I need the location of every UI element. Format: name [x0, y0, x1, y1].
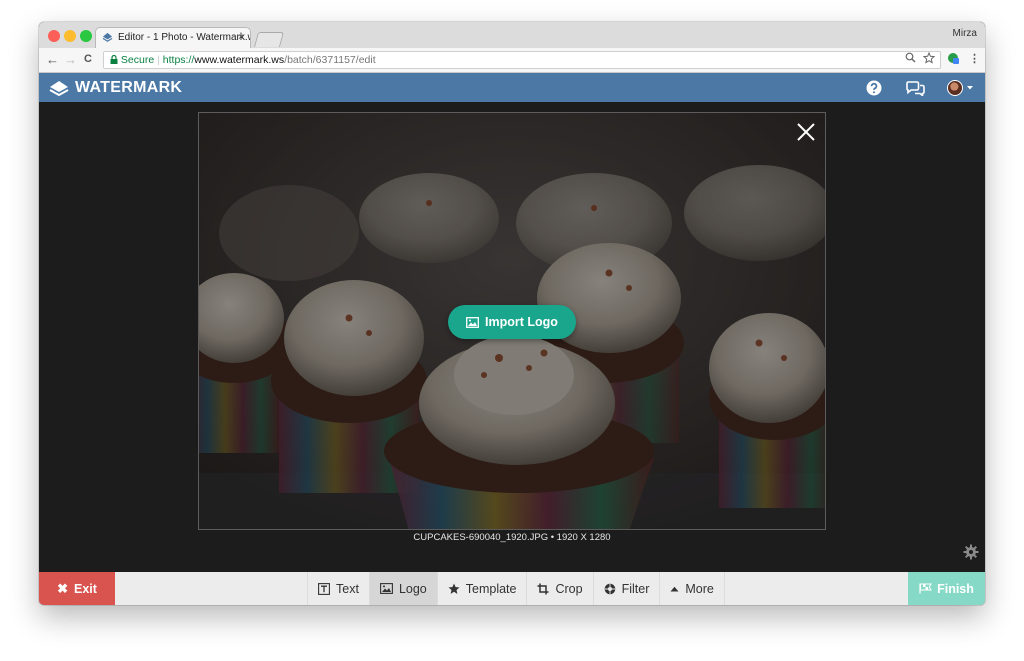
help-icon [866, 80, 882, 96]
import-logo-button[interactable]: Import Logo [448, 305, 576, 339]
checkered-flag-icon [919, 583, 932, 594]
address-bar: ← → C Secure | https://www.watermark.ws/… [39, 48, 985, 73]
image-icon [379, 583, 393, 594]
browser-tab[interactable]: Editor - 1 Photo - Watermark.w × [95, 27, 251, 48]
tool-logo[interactable]: Logo [368, 572, 437, 605]
chat-bubbles-icon [905, 81, 925, 96]
user-menu[interactable] [945, 78, 975, 98]
tool-label: Template [465, 581, 517, 596]
tool-template[interactable]: Template [436, 572, 527, 605]
tab-title: Editor - 1 Photo - Watermark.w [118, 32, 251, 43]
exit-label: Exit [73, 581, 97, 596]
url-path: /batch/6371157/edit [284, 54, 376, 66]
url-scheme: https:// [162, 54, 195, 66]
minimize-window-button[interactable] [64, 30, 76, 42]
finish-label: Finish [937, 581, 974, 596]
exit-button[interactable]: ✖ Exit [39, 572, 115, 605]
close-icon: ✖ [57, 580, 68, 596]
tab-strip: Editor - 1 Photo - Watermark.w × Mirza [39, 22, 985, 48]
brand-name: WATERMARK [75, 79, 183, 96]
bottom-toolbar: ✖ Exit Text Logo Template Crop Filter Mo… [39, 572, 985, 605]
zoom-window-button[interactable] [80, 30, 92, 42]
caret-down-icon [966, 86, 973, 90]
brand-logo[interactable]: WATERMARK [49, 78, 182, 98]
tool-label: Crop [555, 581, 583, 596]
tool-tabs: Text Logo Template Crop Filter More [307, 572, 725, 605]
bookmark-star-icon[interactable] [923, 52, 935, 64]
photo-preview[interactable]: Import Logo [198, 112, 826, 530]
crop-icon [537, 583, 549, 594]
url-field[interactable]: Secure | https://www.watermark.ws/batch/… [103, 51, 941, 69]
help-button[interactable] [865, 78, 883, 98]
lock-icon [110, 54, 118, 64]
tab-close-icon[interactable]: × [238, 28, 244, 48]
watermark-favicon-icon [102, 32, 113, 42]
tool-filter[interactable]: Filter [592, 572, 660, 605]
extension-icon[interactable] [947, 52, 960, 65]
menu-kebab-icon[interactable]: ⋮ [969, 52, 980, 65]
chat-button[interactable] [905, 78, 925, 98]
image-icon [466, 316, 479, 328]
tool-label: Filter [621, 581, 650, 596]
secure-label: Secure [120, 54, 155, 66]
tool-crop[interactable]: Crop [526, 572, 592, 605]
editor-stage: Import Logo CUPCAKES-690040_1920.JPG • 1… [39, 102, 985, 572]
reload-button[interactable]: C [84, 51, 92, 68]
caret-up-icon [670, 586, 679, 591]
close-icon[interactable] [795, 121, 817, 143]
tool-text[interactable]: Text [307, 572, 369, 605]
gear-icon[interactable] [963, 544, 979, 560]
finish-button[interactable]: Finish [908, 572, 985, 605]
close-window-button[interactable] [48, 30, 60, 42]
filter-aperture-icon [604, 583, 615, 594]
tool-label: Logo [398, 581, 427, 596]
back-button[interactable]: ← [46, 51, 59, 68]
tool-label: Text [336, 581, 359, 596]
photo-caption: CUPCAKES-690040_1920.JPG • 1920 X 1280 [413, 532, 611, 543]
profile-name[interactable]: Mirza [953, 28, 977, 39]
import-logo-label: Import Logo [485, 315, 558, 329]
url-host: www.watermark.ws [194, 54, 285, 66]
app-header: WATERMARK [39, 73, 985, 102]
star-icon [448, 583, 460, 594]
watermark-logo-icon [49, 81, 69, 96]
forward-button[interactable]: → [64, 51, 77, 68]
zoom-icon[interactable] [905, 52, 916, 63]
tool-more[interactable]: More [659, 572, 725, 605]
new-tab-button[interactable] [253, 32, 285, 47]
browser-window: Editor - 1 Photo - Watermark.w × Mirza ←… [39, 22, 985, 605]
avatar [946, 80, 963, 96]
tool-label: More [685, 581, 714, 596]
text-box-icon [318, 582, 330, 595]
